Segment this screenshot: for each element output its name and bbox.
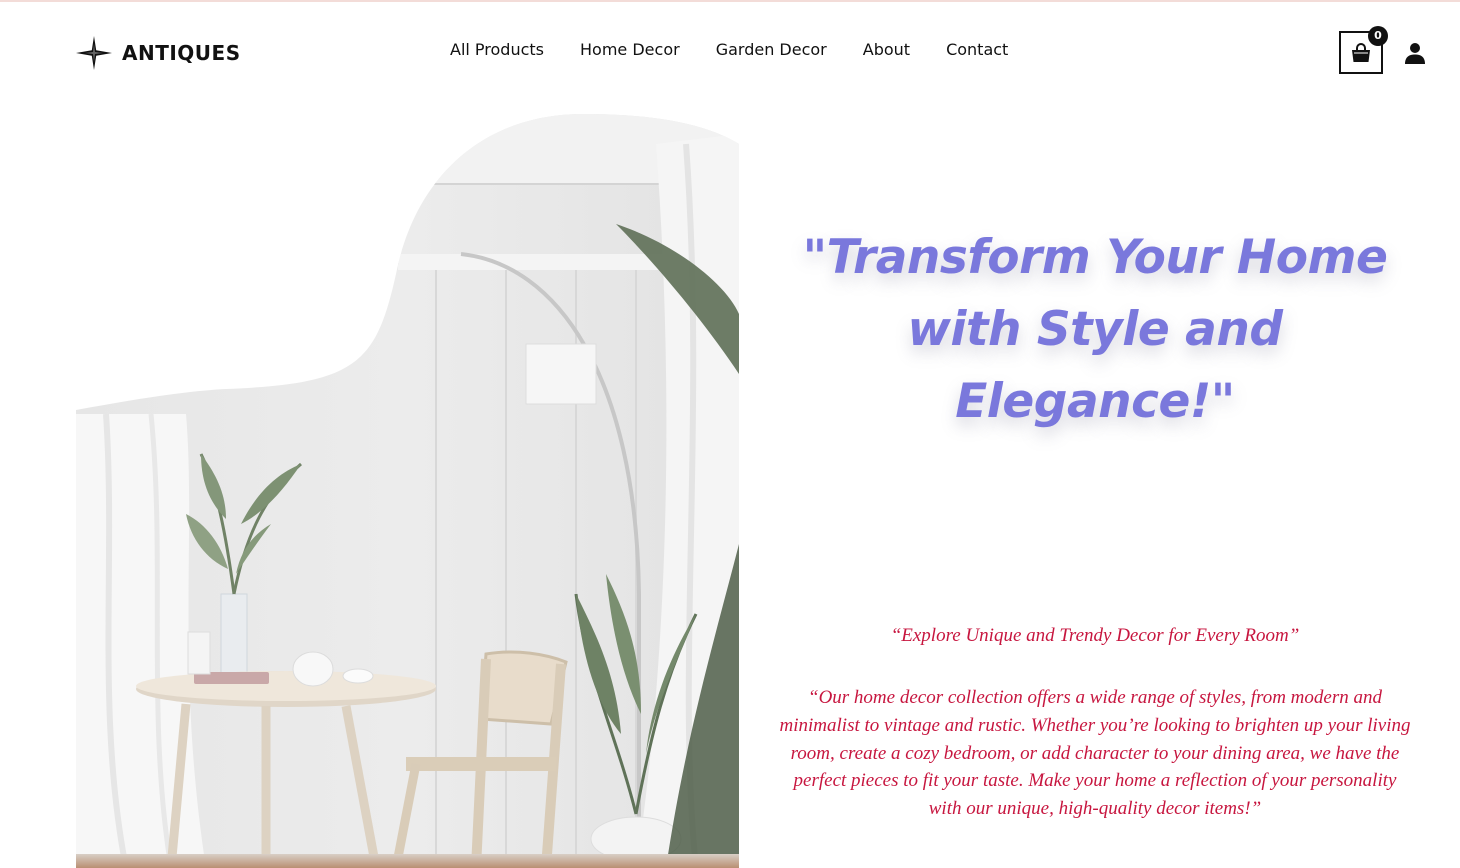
top-accent-strip (0, 0, 1460, 2)
nav-link-home-decor[interactable]: Home Decor (580, 40, 680, 59)
account-button[interactable] (1403, 41, 1427, 65)
four-point-star-icon (76, 36, 112, 70)
cart-count-badge: 0 (1368, 26, 1388, 46)
hero-description: “Our home decor collection offers a wide… (779, 687, 1411, 820)
shopping-bag-icon (1352, 42, 1370, 62)
main-navigation: All Products Home Decor Garden Decor Abo… (450, 40, 1008, 59)
nav-link-about[interactable]: About (863, 40, 910, 59)
nav-link-garden-decor[interactable]: Garden Decor (716, 40, 827, 59)
cart-button[interactable]: 0 (1339, 26, 1388, 74)
brand-logo[interactable]: ANTIQUES (76, 36, 241, 70)
hero-headline: "Transform Your Home with Style and Eleg… (802, 230, 1388, 429)
hero-interior-image (76, 114, 739, 868)
nav-link-contact[interactable]: Contact (946, 40, 1008, 59)
hero-sub-tagline: “Explore Unique and Trendy Decor for Eve… (890, 625, 1300, 646)
brand-name: ANTIQUES (122, 41, 241, 65)
user-icon (1405, 43, 1425, 64)
nav-link-all-products[interactable]: All Products (450, 40, 544, 59)
